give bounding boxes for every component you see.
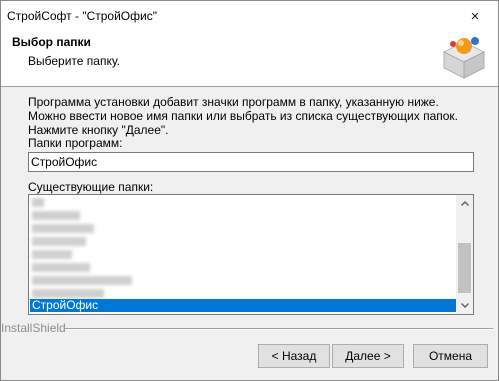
program-folder-label: Папки программ: bbox=[28, 136, 123, 150]
list-item[interactable] bbox=[30, 196, 456, 209]
chevron-down-icon bbox=[460, 303, 469, 308]
installer-box-icon bbox=[442, 37, 486, 79]
installer-window: СтройСофт - "СтройОфис" × Выбор папки Вы… bbox=[0, 0, 499, 381]
cancel-button[interactable]: Отмена bbox=[413, 344, 488, 368]
scroll-up-button[interactable] bbox=[456, 195, 473, 212]
program-folder-input[interactable] bbox=[28, 152, 474, 172]
list-item[interactable] bbox=[30, 274, 456, 287]
wizard-header: Выбор папки Выберите папку. bbox=[1, 31, 498, 87]
list-scrollbar[interactable] bbox=[456, 195, 473, 314]
close-button[interactable]: × bbox=[452, 1, 498, 31]
footer-divider bbox=[65, 328, 493, 330]
list-item[interactable] bbox=[30, 222, 456, 235]
list-item[interactable] bbox=[30, 261, 456, 274]
back-button[interactable]: < Назад bbox=[258, 344, 330, 368]
list-item[interactable] bbox=[30, 235, 456, 248]
scroll-thumb[interactable] bbox=[458, 243, 471, 293]
existing-folders-label: Существующие папки: bbox=[28, 180, 154, 194]
page-subtitle: Выберите папку. bbox=[28, 54, 120, 68]
window-title: СтройСофт - "СтройОфис" bbox=[7, 9, 157, 23]
page-title: Выбор папки bbox=[12, 35, 91, 49]
next-button[interactable]: Далее > bbox=[332, 344, 404, 368]
chevron-up-icon bbox=[460, 201, 469, 206]
list-item[interactable] bbox=[30, 248, 456, 261]
scroll-down-button[interactable] bbox=[456, 297, 473, 314]
list-item[interactable] bbox=[30, 209, 456, 222]
installshield-brand: InstallShield bbox=[1, 321, 66, 335]
title-bar: СтройСофт - "СтройОфис" × bbox=[1, 1, 498, 31]
instructions-text: Программа установки добавит значки прогр… bbox=[28, 95, 459, 137]
close-icon: × bbox=[470, 7, 480, 25]
selected-list-item[interactable]: СтройОфис bbox=[30, 299, 456, 312]
existing-folders-list[interactable]: СтройОфис bbox=[28, 194, 474, 315]
list-items: СтройОфис bbox=[29, 195, 456, 314]
